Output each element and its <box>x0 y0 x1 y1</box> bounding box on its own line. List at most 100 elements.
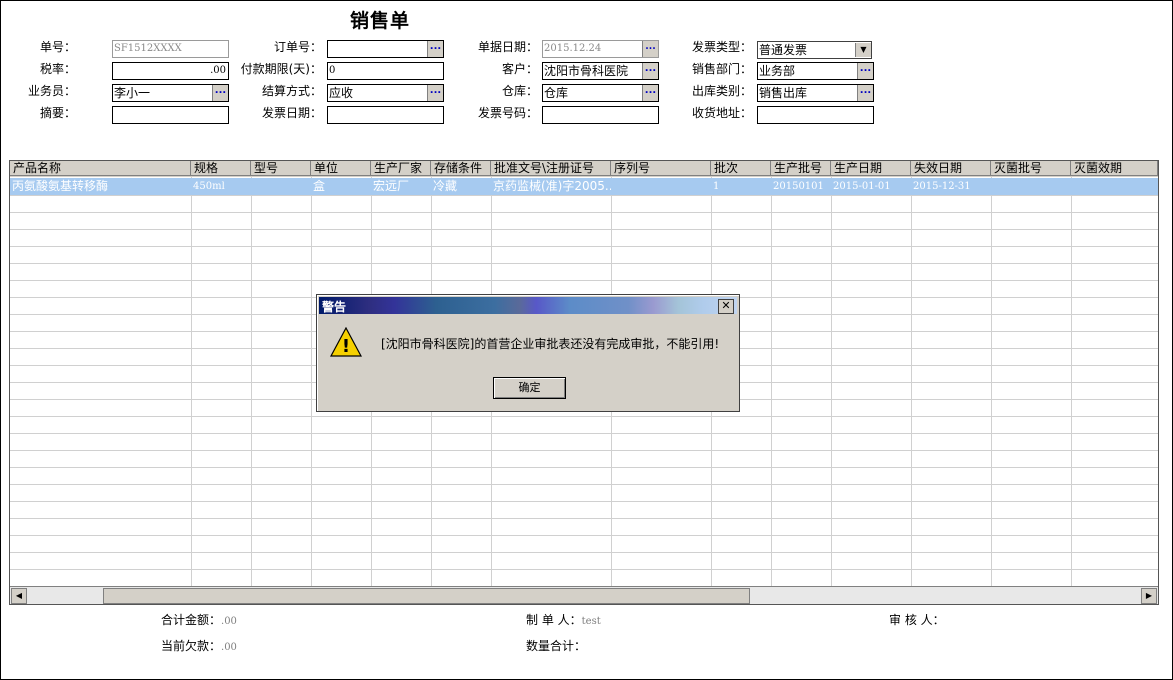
table-cell[interactable] <box>251 178 311 195</box>
column-header[interactable]: 型号 <box>251 161 311 176</box>
sales-dept-field[interactable]: 业务部... <box>757 62 874 80</box>
column-header[interactable]: 规格 <box>191 161 251 176</box>
grid-row-line <box>10 229 1158 230</box>
close-icon[interactable]: ✕ <box>718 299 734 314</box>
total-amount-value: .00 <box>221 616 237 627</box>
maker-label: 制 单 人： <box>526 613 582 627</box>
settlement-field[interactable]: 应收... <box>327 84 444 102</box>
doc-date-picker-button[interactable]: ... <box>642 41 658 57</box>
invoice-type-select[interactable]: 普通发票 ▼ <box>757 41 872 59</box>
grid-row-line <box>10 263 1158 264</box>
scroll-right-icon[interactable]: ▶ <box>1141 588 1157 604</box>
column-header[interactable]: 灭菌效期 <box>1071 161 1158 176</box>
salesman-field[interactable]: 李小一... <box>112 84 229 102</box>
grid-row-line <box>10 518 1158 519</box>
warning-icon-glyph: ! <box>342 336 350 357</box>
sub-order-no-field[interactable]: ... <box>327 40 444 58</box>
ok-button[interactable]: 确定 <box>493 377 566 399</box>
maker: 制 单 人：test <box>526 611 601 628</box>
table-row[interactable]: 丙氨酸氨基转移酶 450ml 盒 宏远厂 冷藏 京药监械(准)字2005... … <box>10 178 1158 195</box>
table-cell[interactable] <box>611 178 711 195</box>
table-cell[interactable]: 丙氨酸氨基转移酶 <box>10 178 191 195</box>
grid-row-line <box>10 212 1158 213</box>
customer-label: 客户： <box>501 62 538 76</box>
table-cell[interactable] <box>1071 178 1158 195</box>
horizontal-scrollbar[interactable]: ◀ ▶ <box>10 586 1158 604</box>
customer-lookup-button[interactable]: ... <box>642 63 658 79</box>
ship-address-field[interactable] <box>757 106 874 124</box>
column-header[interactable]: 失效日期 <box>911 161 991 176</box>
table-cell[interactable]: 冷藏 <box>431 178 491 195</box>
grid-row-line <box>10 467 1158 468</box>
column-header[interactable]: 单位 <box>311 161 371 176</box>
auditor-label: 审 核 人： <box>889 613 945 627</box>
auditor: 审 核 人： <box>889 611 945 628</box>
column-header[interactable]: 批准文号\注册证号 <box>491 161 611 176</box>
grid-row-line <box>10 450 1158 451</box>
salesman-label: 业务员： <box>27 84 76 98</box>
warning-dialog: 警告 ✕ ! [沈阳市骨科医院]的首营企业审批表还没有完成审批，不能引用! 确定 <box>316 294 740 412</box>
sub-order-lookup-button[interactable]: ... <box>427 41 443 57</box>
chevron-down-icon[interactable]: ▼ <box>855 43 871 57</box>
table-cell[interactable]: 450ml <box>191 178 251 195</box>
scrollbar-thumb[interactable] <box>103 588 750 604</box>
column-header[interactable]: 生产批号 <box>771 161 831 176</box>
payment-days-label: 付款期限(天)： <box>240 62 322 76</box>
current-debt-label: 当前欠款： <box>161 639 222 653</box>
settlement-lookup-button[interactable]: ... <box>427 85 443 101</box>
warehouse-label: 仓库： <box>501 84 538 98</box>
grid-header: 产品名称 规格 型号 单位 生产厂家 存储条件 批准文号\注册证号 序列号 批次… <box>10 161 1158 177</box>
warehouse-field[interactable]: 仓库... <box>542 84 659 102</box>
doc-date-label: 单据日期： <box>477 40 538 54</box>
table-cell[interactable]: 京药监械(准)字2005... <box>491 178 611 195</box>
dialog-message: [沈阳市骨科医院]的首营企业审批表还没有完成审批，不能引用! <box>381 337 720 351</box>
salesman-lookup-button[interactable]: ... <box>212 85 228 101</box>
summary-label: 摘要： <box>39 106 76 120</box>
column-header[interactable]: 灭菌批号 <box>991 161 1071 176</box>
current-debt: 当前欠款：.00 <box>161 637 237 654</box>
table-cell[interactable]: 2015-12-31 <box>911 178 991 195</box>
column-header[interactable]: 批次 <box>711 161 771 176</box>
dialog-titlebar[interactable]: 警告 ✕ <box>319 297 737 314</box>
invoice-no-field[interactable] <box>542 106 659 124</box>
table-cell[interactable] <box>991 178 1071 195</box>
column-header[interactable]: 产品名称 <box>10 161 191 176</box>
summary-field[interactable] <box>112 106 229 124</box>
tax-rate-field[interactable]: .00 <box>112 62 229 80</box>
outbound-type-lookup-button[interactable]: ... <box>857 85 873 101</box>
table-cell[interactable]: 盒 <box>311 178 371 195</box>
dialog-title: 警告 <box>322 300 347 314</box>
invoice-type-label: 发票类型： <box>691 40 752 54</box>
quantity-total: 数量合计： <box>526 637 586 654</box>
current-debt-value: .00 <box>221 642 237 653</box>
warehouse-lookup-button[interactable]: ... <box>642 85 658 101</box>
grid-row-line <box>10 501 1158 502</box>
payment-days-field[interactable]: 0 <box>327 62 444 80</box>
order-no-label: 单号： <box>39 40 76 54</box>
table-cell[interactable]: 20150101 <box>771 178 831 195</box>
column-header[interactable]: 存储条件 <box>431 161 491 176</box>
total-amount-label: 合计金额： <box>161 613 222 627</box>
quantity-total-label: 数量合计： <box>526 639 587 653</box>
invoice-no-label: 发票号码： <box>477 106 538 120</box>
table-cell[interactable]: 2015-01-01 <box>831 178 911 195</box>
table-cell[interactable]: 宏远厂 <box>371 178 431 195</box>
customer-field[interactable]: 沈阳市骨科医院... <box>542 62 659 80</box>
settlement-label: 结算方式： <box>261 84 322 98</box>
sales-dept-label: 销售部门： <box>691 62 752 76</box>
outbound-type-field[interactable]: 销售出库... <box>757 84 874 102</box>
grid-row-line <box>10 280 1158 281</box>
table-cell[interactable]: 1 <box>711 178 771 195</box>
column-header[interactable]: 生产日期 <box>831 161 911 176</box>
order-no-field[interactable]: SF1512XXXX <box>112 40 229 58</box>
invoice-date-field[interactable] <box>327 106 444 124</box>
scroll-left-icon[interactable]: ◀ <box>11 588 27 604</box>
outbound-type-label: 出库类别： <box>691 84 752 98</box>
sales-dept-lookup-button[interactable]: ... <box>857 63 873 79</box>
grid-row-line <box>10 484 1158 485</box>
column-header[interactable]: 序列号 <box>611 161 711 176</box>
column-header[interactable]: 生产厂家 <box>371 161 431 176</box>
warning-icon: ! <box>330 327 362 357</box>
doc-date-field[interactable]: 2015.12.24... <box>542 40 659 58</box>
grid-row-line <box>10 246 1158 247</box>
